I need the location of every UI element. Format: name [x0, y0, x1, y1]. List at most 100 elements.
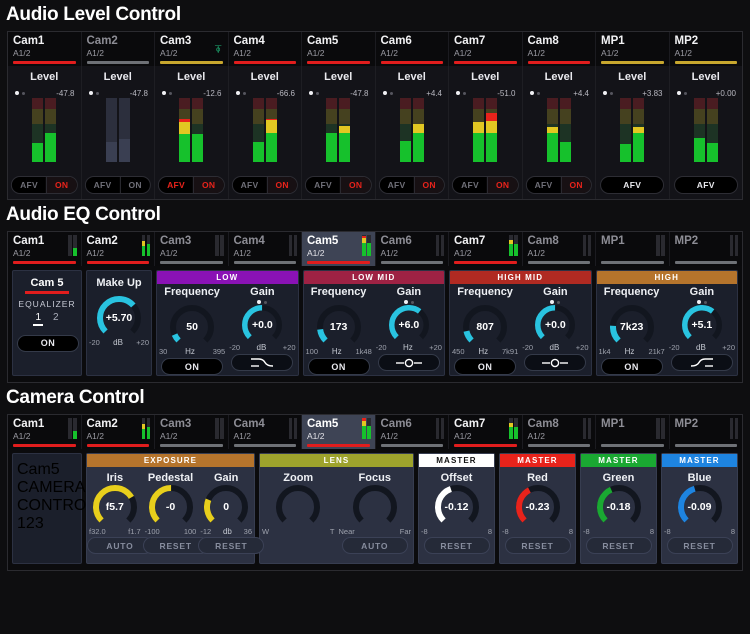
channel-header-cam6[interactable]: Cam6 A1/2 — [375, 415, 449, 449]
channel-header-cam5[interactable]: Cam5 A1/2 — [302, 32, 376, 66]
channel-header-mp1[interactable]: MP1 — [596, 415, 670, 449]
channel-header-cam6[interactable]: Cam6 A1/2 — [375, 32, 449, 66]
on-button[interactable]: ON — [46, 177, 77, 193]
gain-knob[interactable]: +0.0 — [535, 305, 576, 345]
band-on-button[interactable]: ON — [454, 358, 517, 375]
channel-header-mp2[interactable]: MP2 — [669, 415, 742, 449]
level-value: +4.4 — [426, 89, 442, 98]
afv-button[interactable]: AFV — [673, 176, 738, 194]
afv-on-toggle[interactable]: AFV ON — [452, 176, 519, 194]
gain-knob[interactable]: +6.0 — [388, 305, 429, 345]
camera-page-3[interactable]: 3 — [35, 515, 44, 532]
channel-header-cam1[interactable]: Cam1 A1/2 — [8, 32, 82, 66]
on-button[interactable]: ON — [487, 177, 518, 193]
meter-zone: +4.4 — [380, 88, 445, 164]
channel-header-cam3[interactable]: Cam3 A1/2 ⍕ — [155, 32, 229, 66]
channel-header-cam3[interactable]: Cam3 A1/2 — [155, 232, 229, 266]
channel-header-cam8[interactable]: Cam8 A1/2 — [522, 415, 596, 449]
afv-on-toggle[interactable]: AFV ON — [378, 176, 445, 194]
focus-button[interactable]: AUTO — [341, 537, 408, 554]
channel-header-cam5[interactable]: Cam5 A1/2 — [302, 415, 376, 449]
afv-button[interactable]: AFV — [233, 177, 267, 193]
afv-button[interactable]: AFV — [12, 177, 46, 193]
frequency-knob[interactable]: 173 — [316, 305, 361, 349]
eq-page-2[interactable]: 2 — [52, 312, 60, 323]
channel-header-cam1[interactable]: Cam1 A1/2 — [8, 232, 82, 266]
afv-on-toggle[interactable]: AFV ON — [11, 176, 78, 194]
eq-page-selector[interactable]: 12 — [17, 312, 77, 326]
channel-header-cam5[interactable]: Cam5 A1/2 — [302, 232, 376, 266]
afv-on-toggle[interactable]: AFV ON — [158, 176, 225, 194]
afv-button[interactable]: AFV — [453, 177, 487, 193]
gain-knob[interactable]: +5.1 — [681, 305, 722, 345]
channel-header-cam7[interactable]: Cam7 A1/2 — [449, 32, 523, 66]
channel-header-cam6[interactable]: Cam6 A1/2 — [375, 232, 449, 266]
frequency-knob[interactable]: 50 — [170, 305, 215, 349]
frequency-knob[interactable]: 7k23 — [609, 305, 654, 349]
gain-button[interactable]: RESET — [198, 537, 265, 554]
afv-on-toggle[interactable]: AFV ON — [84, 176, 151, 194]
afv-button[interactable]: AFV — [527, 177, 561, 193]
band-shape-button[interactable] — [524, 354, 587, 371]
master-offset-knob[interactable]: -0.12 — [434, 485, 479, 529]
band-on-button[interactable]: ON — [600, 358, 663, 375]
zoom-knob[interactable] — [276, 485, 321, 529]
afv-on-toggle[interactable]: AFV ON — [525, 176, 592, 194]
afv-button[interactable]: AFV — [159, 177, 193, 193]
master-red-button[interactable]: RESET — [504, 537, 571, 554]
channel-header-cam1[interactable]: Cam1 A1/2 — [8, 415, 82, 449]
channel-header-mp2[interactable]: MP2 — [669, 232, 742, 266]
afv-button[interactable]: AFV — [86, 177, 120, 193]
knob-dial[interactable] — [352, 485, 397, 529]
frequency-knob[interactable]: 807 — [463, 305, 508, 349]
master-red-knob[interactable]: -0.23 — [515, 485, 560, 529]
channel-header-cam2[interactable]: Cam2 A1/2 — [81, 32, 155, 66]
on-button[interactable]: ON — [413, 177, 444, 193]
afv-button[interactable]: AFV — [600, 176, 665, 194]
band-shape-button[interactable] — [377, 354, 440, 371]
on-button[interactable]: ON — [266, 177, 297, 193]
afv-button[interactable]: AFV — [380, 177, 414, 193]
knob-dial[interactable] — [276, 485, 321, 529]
channel-header-mp1[interactable]: MP1 A1/2 — [596, 32, 670, 66]
master-green-button[interactable]: RESET — [585, 537, 652, 554]
channel-header-mp2[interactable]: MP2 A1/2 — [669, 32, 742, 66]
master-blue-button[interactable]: RESET — [666, 537, 733, 554]
afv-on-toggle[interactable]: AFV ON — [305, 176, 372, 194]
channel-header-cam7[interactable]: Cam7 A1/2 — [449, 415, 523, 449]
afv-button[interactable]: AFV — [306, 177, 340, 193]
on-button[interactable]: ON — [193, 177, 224, 193]
gain-knob[interactable]: 0 — [204, 485, 249, 529]
on-button[interactable]: ON — [119, 177, 150, 193]
eq-page-1[interactable]: 1 — [33, 312, 43, 326]
band-shape-button[interactable] — [670, 354, 733, 371]
channel-header-cam2[interactable]: Cam2 A1/2 — [81, 232, 155, 266]
channel-header-cam2[interactable]: Cam2 A1/2 — [81, 415, 155, 449]
focus-knob[interactable] — [352, 485, 397, 529]
pedestal-knob[interactable]: -0 — [148, 485, 193, 529]
band-shape-button[interactable] — [231, 354, 294, 371]
on-button[interactable]: ON — [340, 177, 371, 193]
on-button[interactable]: ON — [560, 177, 591, 193]
band-on-button[interactable]: ON — [161, 358, 224, 375]
master-blue-knob[interactable]: -0.09 — [677, 485, 722, 529]
channel-header-cam7[interactable]: Cam7 A1/2 — [449, 232, 523, 266]
iris-knob[interactable]: f5.7 — [92, 485, 137, 529]
master-offset-button[interactable]: RESET — [423, 537, 490, 554]
channel-header-cam8[interactable]: Cam8 A1/2 — [522, 232, 596, 266]
band-on-button[interactable]: ON — [307, 358, 370, 375]
afv-on-toggle[interactable]: AFV ON — [231, 176, 298, 194]
gain-knob[interactable]: +0.0 — [242, 305, 283, 345]
master-green-knob[interactable]: -0.18 — [596, 485, 641, 529]
channel-header-mp1[interactable]: MP1 — [596, 232, 670, 266]
channel-header-cam4[interactable]: Cam4 A1/2 — [228, 232, 302, 266]
eq-on-button[interactable]: ON — [17, 334, 79, 352]
channel-header-cam3[interactable]: Cam3 A1/2 — [155, 415, 229, 449]
camera-page-1[interactable]: 1 — [17, 515, 26, 532]
make-up-knob[interactable]: +5.70 — [97, 296, 141, 340]
channel-header-cam4[interactable]: Cam4 A1/2 — [228, 32, 302, 66]
channel-header-cam8[interactable]: Cam8 A1/2 — [522, 32, 596, 66]
channel-header-cam4[interactable]: Cam4 A1/2 — [228, 415, 302, 449]
camera-page-2[interactable]: 2 — [26, 515, 35, 532]
camera-page-selector[interactable]: 123 — [17, 515, 77, 533]
